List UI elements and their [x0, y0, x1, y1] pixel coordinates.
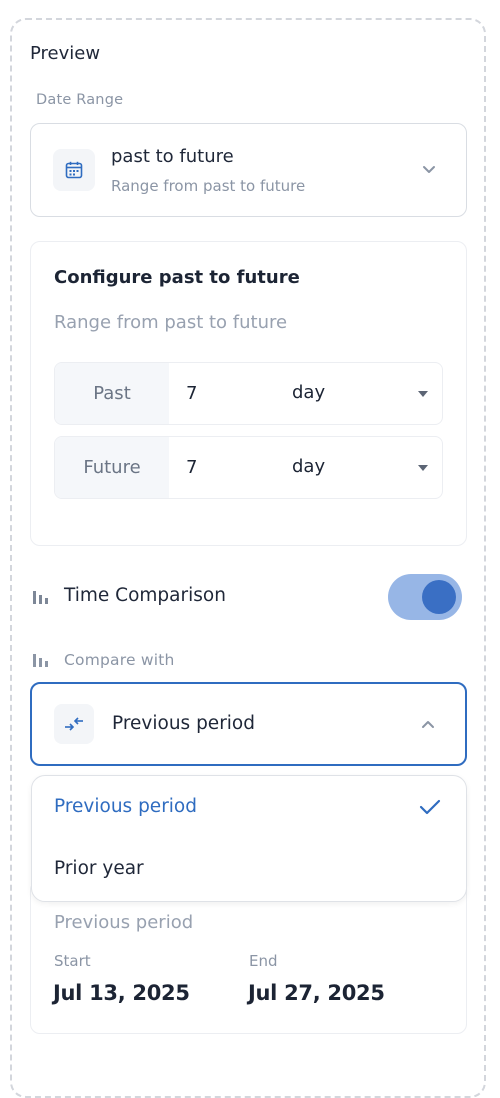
- end-label: End: [249, 952, 278, 970]
- configure-subtitle: Range from past to future: [54, 312, 288, 333]
- time-comparison-toggle[interactable]: [388, 574, 462, 620]
- bar-chart-icon: [33, 591, 48, 604]
- future-field: Future 7 day: [54, 436, 443, 499]
- bar-chart-icon: [33, 654, 48, 667]
- compare-with-select[interactable]: Previous period: [30, 682, 467, 766]
- configure-title: Configure past to future: [54, 267, 300, 288]
- toggle-knob: [422, 580, 456, 614]
- calendar-icon: [53, 149, 95, 191]
- option-previous-period[interactable]: Previous period: [54, 796, 197, 817]
- date-range-label: Date Range: [36, 92, 124, 108]
- start-date-value: Jul 13, 2025: [53, 981, 190, 1005]
- period-summary-label: Previous period: [54, 912, 194, 933]
- past-label: Past: [55, 363, 169, 424]
- date-range-selected-subtitle: Range from past to future: [111, 177, 306, 195]
- future-label: Future: [55, 437, 169, 498]
- compare-with-label: Compare with: [64, 651, 175, 669]
- compare-with-selected: Previous period: [112, 713, 255, 734]
- caret-down-icon: [418, 391, 428, 397]
- start-label: Start: [54, 952, 91, 970]
- date-range-select[interactable]: past to future Range from past to future: [30, 123, 467, 217]
- time-comparison-label: Time Comparison: [64, 585, 226, 606]
- compare-arrows-icon: [54, 704, 94, 744]
- date-range-selected-title: past to future: [111, 146, 234, 167]
- compare-with-dropdown: Previous period Prior year: [31, 775, 467, 902]
- future-value-input[interactable]: 7: [186, 457, 197, 478]
- panel-title: Preview: [30, 43, 101, 64]
- past-unit-select[interactable]: day: [292, 382, 325, 403]
- chevron-up-icon: [422, 721, 434, 728]
- configure-card: Configure past to future Range from past…: [30, 241, 467, 546]
- caret-down-icon: [418, 465, 428, 471]
- chevron-down-icon: [423, 166, 435, 173]
- option-prior-year[interactable]: Prior year: [54, 858, 144, 879]
- past-field: Past 7 day: [54, 362, 443, 425]
- end-date-value: Jul 27, 2025: [248, 981, 385, 1005]
- check-icon: [419, 799, 441, 815]
- future-unit-select[interactable]: day: [292, 456, 325, 477]
- past-value-input[interactable]: 7: [186, 383, 197, 404]
- period-summary-card: Previous period Start Jul 13, 2025 End J…: [30, 880, 467, 1034]
